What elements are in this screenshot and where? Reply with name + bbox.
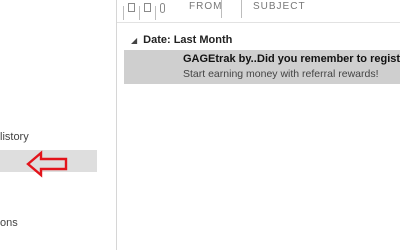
column-separator[interactable] <box>139 6 140 20</box>
from-column-header[interactable]: FROM <box>189 1 222 12</box>
message-preview: Start earning money with referral reward… <box>183 68 379 80</box>
column-separator[interactable] <box>155 6 156 20</box>
red-arrow-annotation-icon <box>26 150 68 178</box>
message-subject: Did you remember to register fo <box>257 53 400 65</box>
folder-pane: listory ons <box>0 0 116 250</box>
importance-column-icon[interactable] <box>128 3 135 12</box>
reminder-column-icon[interactable] <box>144 3 151 12</box>
folder-item-history[interactable]: listory <box>0 131 29 143</box>
date-group-header[interactable]: ◢ Date: Last Month <box>117 30 400 50</box>
mail-window: listory ons FROM SUBJECT ◢ Date: Last Mo… <box>0 0 400 250</box>
message-row[interactable]: GAGEtrak by... Did you remember to regis… <box>124 50 400 84</box>
subject-column-header[interactable]: SUBJECT <box>253 1 306 12</box>
column-icons <box>123 3 165 20</box>
date-group-label: Date: Last Month <box>143 34 233 46</box>
message-sender: GAGEtrak by... <box>183 53 260 65</box>
attachment-column-icon[interactable] <box>160 3 165 13</box>
column-separator[interactable] <box>241 0 242 18</box>
folder-item-options[interactable]: ons <box>0 217 18 229</box>
message-list-column-header: FROM SUBJECT <box>117 0 400 23</box>
column-separator[interactable] <box>123 6 124 20</box>
collapse-triangle-icon[interactable]: ◢ <box>131 36 137 45</box>
